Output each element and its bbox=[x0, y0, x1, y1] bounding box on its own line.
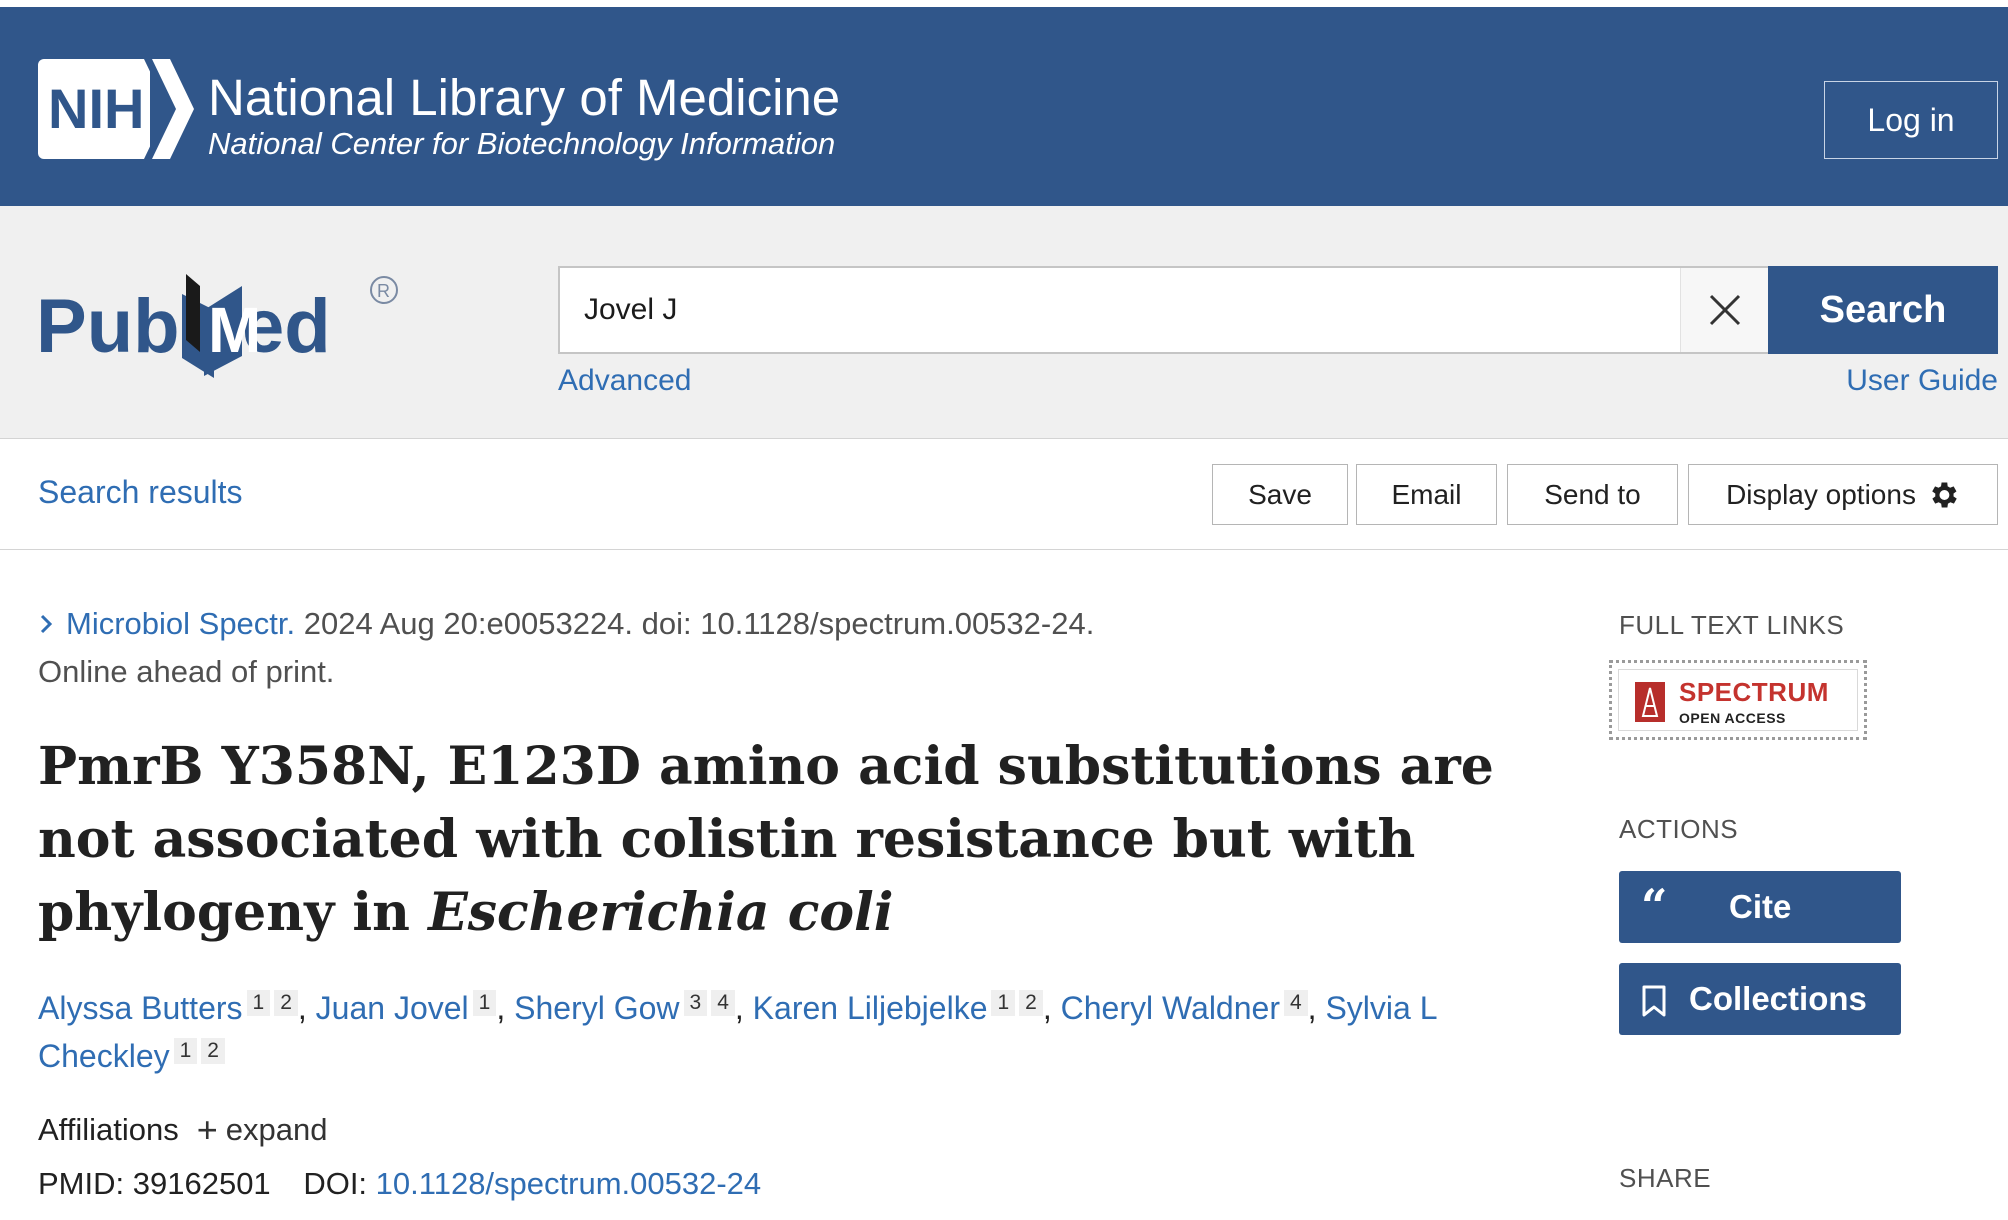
full-text-links-heading: FULL TEXT LINKS bbox=[1619, 610, 1845, 640]
article-title-organism: Escherichia coli bbox=[428, 882, 894, 943]
author-separator: , bbox=[734, 990, 753, 1026]
search-button[interactable]: Search bbox=[1768, 266, 1998, 354]
affiliation-badge[interactable]: 4 bbox=[1283, 990, 1308, 1016]
author-link[interactable]: Cheryl Waldner bbox=[1061, 990, 1280, 1026]
author-link[interactable]: Karen Liljebjelke bbox=[753, 990, 988, 1026]
nih-logo[interactable]: NIH bbox=[38, 59, 194, 159]
spectrum-name: SPECTRUM bbox=[1679, 677, 1829, 707]
publication-status: Online ahead of print. bbox=[38, 654, 335, 689]
identifiers-row: PMID: 39162501 DOI: 10.1128/spectrum.005… bbox=[38, 1164, 761, 1204]
affiliations-row: Affiliations + expand bbox=[38, 1110, 327, 1150]
actions-heading: ACTIONS bbox=[1619, 814, 1739, 844]
journal-link[interactable]: Microbiol Spectr. bbox=[66, 606, 295, 641]
send-to-button[interactable]: Send to bbox=[1507, 464, 1678, 525]
gear-icon bbox=[1932, 482, 1957, 507]
user-guide-link[interactable]: User Guide bbox=[1846, 364, 1998, 398]
chevron-right-icon bbox=[40, 614, 53, 634]
spectrum-badge: SPECTRUM OPEN ACCESS bbox=[1618, 669, 1858, 731]
journal-citation-line: Microbiol Spectr. 2024 Aug 20:e0053224. … bbox=[38, 604, 1094, 644]
pmid-label: PMID: bbox=[38, 1166, 125, 1201]
pubmed-search-area: Pub ed M R Search Advanced User Guide bbox=[0, 206, 2008, 439]
nih-header: NIH National Library of Medicine Nationa… bbox=[0, 7, 2008, 206]
login-button[interactable]: Log in bbox=[1824, 81, 1998, 159]
save-button[interactable]: Save bbox=[1212, 464, 1348, 525]
affiliation-badge[interactable]: 3 bbox=[683, 990, 708, 1016]
author-separator: , bbox=[1307, 990, 1326, 1026]
affiliation-badge[interactable]: 2 bbox=[1019, 990, 1043, 1016]
nih-title: National Library of Medicine bbox=[208, 69, 841, 126]
author-separator: , bbox=[297, 990, 316, 1026]
svg-text:M: M bbox=[208, 294, 261, 366]
search-results-link[interactable]: Search results bbox=[38, 474, 243, 511]
spectrum-open-access: OPEN ACCESS bbox=[1679, 710, 1786, 726]
plus-icon[interactable]: + bbox=[197, 1110, 218, 1150]
affiliation-badge[interactable]: 4 bbox=[711, 990, 735, 1016]
collections-label: Collections bbox=[1689, 980, 1867, 1017]
nih-subtitle: National Center for Biotechnology Inform… bbox=[208, 126, 836, 161]
results-toolbar: Search results Save Email Send to Displa… bbox=[0, 440, 2008, 550]
author-link[interactable]: Juan Jovel bbox=[316, 990, 469, 1026]
clear-search-button[interactable] bbox=[1680, 268, 1768, 352]
author-list: Alyssa Butters 1 2, Juan Jovel 1, Sheryl Go… bbox=[38, 984, 1458, 1080]
pubmed-logo[interactable]: Pub ed M R bbox=[36, 252, 404, 382]
display-options-button[interactable]: Display options bbox=[1688, 464, 1998, 525]
cite-label: Cite bbox=[1729, 888, 1792, 925]
citation-details: 2024 Aug 20:e0053224. doi: 10.1128/spect… bbox=[303, 606, 1095, 641]
affiliation-badge[interactable]: 1 bbox=[246, 990, 271, 1016]
display-options-label: Display options bbox=[1726, 478, 1916, 510]
top-strip bbox=[0, 0, 2008, 7]
author-link[interactable]: Sheryl Gow bbox=[514, 990, 679, 1026]
affiliation-badge[interactable]: 2 bbox=[274, 990, 298, 1016]
affiliations-label: Affiliations bbox=[38, 1112, 179, 1147]
advanced-search-link[interactable]: Advanced bbox=[558, 364, 691, 398]
svg-text:Pub: Pub bbox=[36, 284, 180, 369]
doi-label: DOI: bbox=[303, 1166, 368, 1201]
affiliation-badge[interactable]: 1 bbox=[472, 990, 497, 1016]
spectrum-full-text-link[interactable]: SPECTRUM OPEN ACCESS bbox=[1609, 660, 1867, 740]
affiliation-badge[interactable]: 1 bbox=[991, 990, 1016, 1016]
quote-icon: “ bbox=[1641, 879, 1668, 933]
author-separator: , bbox=[496, 990, 515, 1026]
email-button[interactable]: Email bbox=[1356, 464, 1497, 525]
doi-link[interactable]: 10.1128/spectrum.00532-24 bbox=[376, 1166, 761, 1201]
search-input[interactable] bbox=[584, 268, 1674, 352]
collections-button[interactable]: Collections bbox=[1619, 963, 1901, 1035]
close-icon bbox=[1709, 294, 1740, 326]
affiliation-badge[interactable]: 1 bbox=[173, 1038, 198, 1064]
bookmark-icon bbox=[1642, 985, 1666, 1017]
spectrum-journal-icon bbox=[1635, 682, 1665, 722]
search-box bbox=[558, 266, 1768, 354]
author-separator: , bbox=[1042, 990, 1061, 1026]
cite-button[interactable]: “ Cite bbox=[1619, 871, 1901, 943]
author-link[interactable]: Alyssa Butters bbox=[38, 990, 243, 1026]
affiliation-badge[interactable]: 2 bbox=[201, 1038, 225, 1064]
expand-affiliations-button[interactable]: expand bbox=[226, 1112, 328, 1147]
article-title: PmrB Y358N, E123D amino acid substitutio… bbox=[38, 730, 1498, 949]
share-heading: SHARE bbox=[1619, 1163, 1712, 1193]
pmid-value: 39162501 bbox=[132, 1166, 271, 1201]
nih-logo-text: NIH bbox=[48, 77, 144, 140]
svg-text:R: R bbox=[377, 281, 390, 301]
